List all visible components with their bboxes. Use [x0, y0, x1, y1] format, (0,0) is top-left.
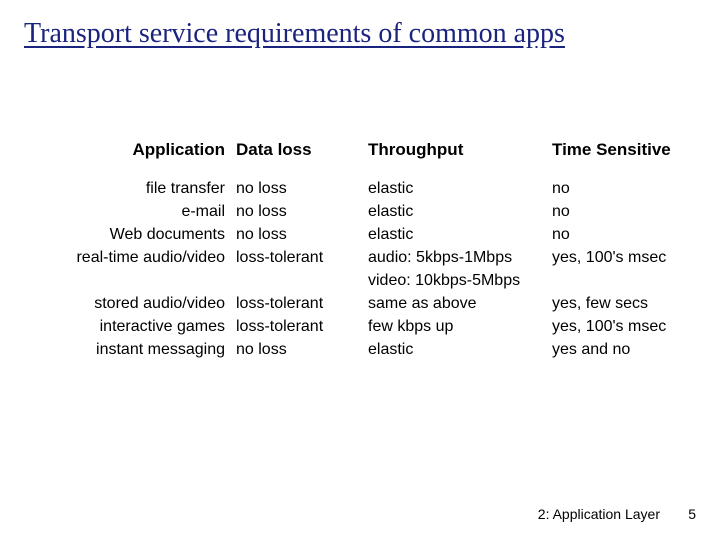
footer-chapter: 2: Application Layer	[538, 506, 660, 522]
cell-thru: few kbps up	[368, 318, 543, 336]
header-application: Application	[0, 140, 225, 160]
cell-loss: loss-tolerant	[236, 318, 356, 336]
cell-app: e-mail	[0, 203, 225, 221]
slide-title: Transport service requirements of common…	[24, 18, 696, 50]
cell-app: interactive games	[0, 318, 225, 336]
cell-thru: elastic	[368, 180, 543, 198]
cell-loss: no loss	[236, 180, 356, 198]
cell-loss: no loss	[236, 341, 356, 359]
cell-thru: elastic	[368, 226, 543, 244]
header-throughput: Throughput	[368, 140, 463, 160]
cell-time: yes, few secs	[552, 295, 717, 313]
cell-time: no	[552, 226, 717, 244]
cell-time: no	[552, 203, 717, 221]
slide: Transport service requirements of common…	[0, 0, 720, 540]
cell-app: file transfer	[0, 180, 225, 198]
cell-loss: no loss	[236, 226, 356, 244]
cell-thru-extra: video: 10kbps-5Mbps	[368, 272, 543, 290]
header-dataloss: Data loss	[236, 140, 312, 160]
cell-thru: audio: 5kbps-1Mbps	[368, 249, 543, 267]
cell-time: no	[552, 180, 717, 198]
cell-time: yes, 100's msec	[552, 249, 717, 267]
cell-time: yes, 100's msec	[552, 318, 717, 336]
cell-app: instant messaging	[0, 341, 225, 359]
cell-thru: same as above	[368, 295, 543, 313]
cell-loss: loss-tolerant	[236, 295, 356, 313]
cell-thru: elastic	[368, 341, 543, 359]
cell-loss: no loss	[236, 203, 356, 221]
cell-thru: elastic	[368, 203, 543, 221]
header-timesensitive: Time Sensitive	[552, 140, 671, 160]
cell-app: stored audio/video	[0, 295, 225, 313]
cell-time: yes and no	[552, 341, 717, 359]
footer-page: 5	[688, 506, 696, 522]
cell-app: real-time audio/video	[0, 249, 225, 267]
cell-app: Web documents	[0, 226, 225, 244]
cell-loss: loss-tolerant	[236, 249, 356, 267]
